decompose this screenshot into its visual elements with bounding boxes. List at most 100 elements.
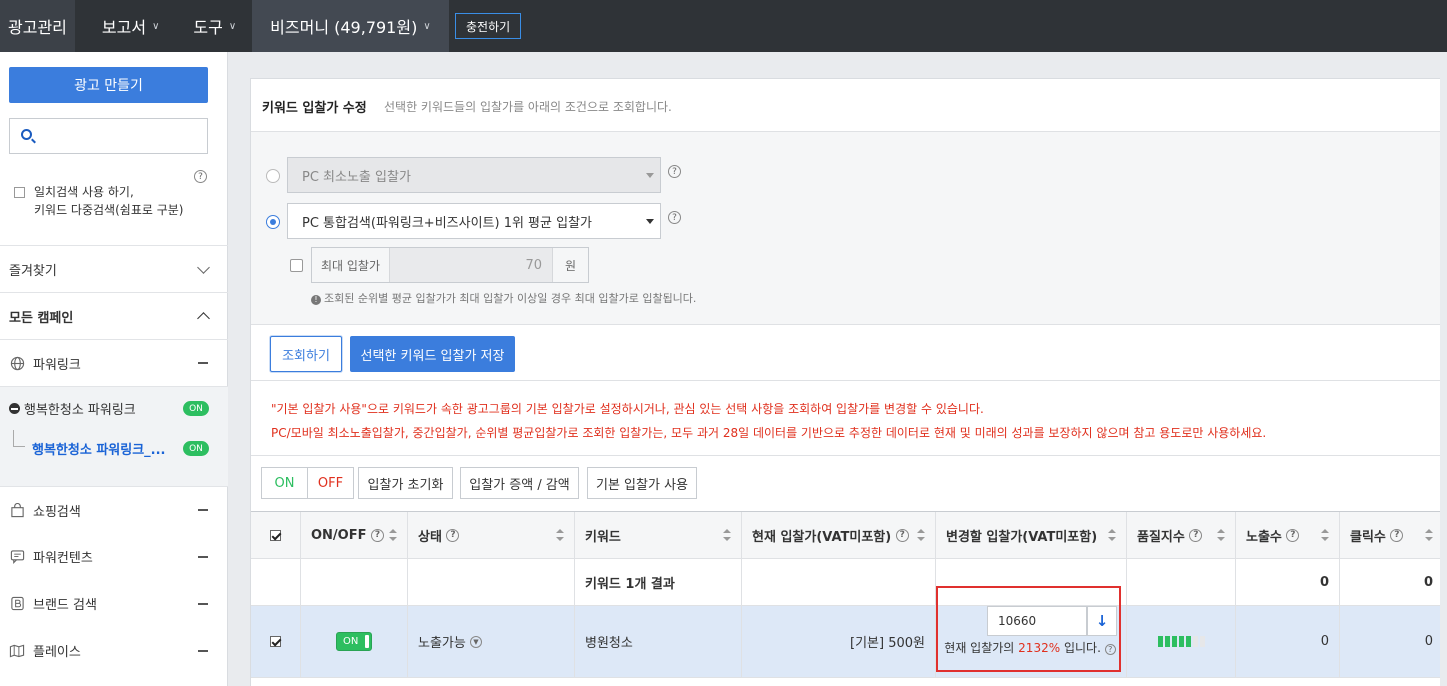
header-new-bid[interactable]: 변경할 입찰가(VAT미포함) — [936, 512, 1127, 558]
row-current-bid: [기본] 500원 — [742, 606, 936, 677]
charge-button[interactable]: 충전하기 — [455, 13, 522, 39]
map-icon — [9, 643, 25, 659]
header-onoff-label: ON/OFF — [311, 527, 367, 543]
save-bids-button[interactable]: 선택한 키워드 입찰가 저장 — [350, 336, 515, 372]
header-onoff[interactable]: ON/OFF ? — [301, 512, 408, 558]
favorites-label: 즐겨찾기 — [9, 263, 57, 279]
sidebar-item-place[interactable]: 플레이스 — [0, 627, 228, 674]
sort-icon[interactable] — [1321, 529, 1329, 541]
sort-icon[interactable] — [723, 529, 731, 541]
scrollbar[interactable] — [1440, 78, 1447, 686]
maxbid-input[interactable]: 70 — [390, 248, 552, 282]
default-bid-button[interactable]: 기본 입찰가 사용 — [587, 467, 697, 499]
maxbid-note-text: 조회된 순위별 평균 입찰가가 최대 입찰가 이상일 경우 최대 입찰가로 입찰… — [324, 292, 697, 305]
minus-circle-icon — [9, 403, 20, 414]
on-button[interactable]: ON — [262, 468, 308, 498]
row-onoff: ON — [301, 606, 408, 677]
header-keyword[interactable]: 키워드 — [575, 512, 742, 558]
maxbid-checkbox[interactable] — [290, 259, 303, 272]
nav-ad-manage[interactable]: 광고관리 — [0, 0, 75, 52]
select-all-checkbox[interactable] — [270, 529, 281, 541]
tree-line — [13, 430, 25, 447]
sort-icon[interactable] — [1108, 529, 1116, 541]
bid-ratio-percent: 2132% — [1018, 641, 1061, 655]
panel-title: 키워드 입찰가 수정 — [262, 101, 367, 116]
sidebar-search — [9, 118, 208, 154]
search-button[interactable]: 조회하기 — [270, 336, 342, 372]
sort-icon[interactable] — [389, 529, 397, 541]
quality-segment — [1178, 636, 1184, 647]
sort-icon[interactable] — [1425, 529, 1433, 541]
exact-match-checkbox[interactable] — [14, 187, 25, 198]
option1-radio[interactable] — [266, 169, 280, 183]
row-select — [251, 606, 301, 677]
help-icon[interactable]: ? — [194, 170, 207, 183]
help-icon[interactable]: ? — [371, 528, 385, 542]
collapse-icon — [198, 509, 208, 511]
table-header: ON/OFF ? 상태 ? 키워드 현재 입찰가(VAT미포함) ? 변경할 입… — [251, 512, 1447, 559]
header-new-bid-label: 변경할 입찰가(VAT미포함) — [946, 529, 1098, 545]
sort-icon[interactable] — [556, 529, 564, 541]
option1-select[interactable]: PC 최소노출 입찰가 — [287, 157, 661, 193]
help-icon[interactable]: ? — [895, 528, 909, 542]
help-icon[interactable]: ? — [668, 165, 681, 178]
off-button[interactable]: OFF — [308, 468, 353, 498]
summary-cell — [1127, 559, 1236, 605]
nav-tools[interactable]: 도구 ∨ — [171, 0, 252, 52]
sort-icon[interactable] — [917, 529, 925, 541]
search-icon — [21, 129, 32, 140]
help-icon[interactable]: ? — [668, 211, 681, 224]
sidebar-item-brand-search[interactable]: 브랜드 검색 — [0, 580, 228, 627]
sidebar: 광고 만들기 일치검색 사용 하기, 키워드 다중검색(쉼표로 구분) ? 즐겨… — [0, 52, 228, 686]
help-icon[interactable]: ? — [446, 528, 460, 542]
row-impressions: 0 — [1236, 606, 1340, 677]
sidebar-all-campaigns[interactable]: 모든 캠페인 — [0, 292, 228, 339]
quality-bar — [1157, 636, 1205, 647]
adjust-bid-button[interactable]: 입찰가 증액 / 감액 — [460, 467, 579, 499]
header-impressions-label: 노출수 — [1246, 529, 1282, 545]
arrow-down-icon[interactable]: ↓ — [1087, 606, 1117, 636]
sidebar-favorites[interactable]: 즐겨찾기 — [0, 245, 228, 292]
table-row[interactable]: ON 노출가능 ▼ 병원청소 [기본] 500원 0 0 — [251, 606, 1447, 678]
nav-report[interactable]: 보고서 ∨ — [75, 0, 172, 52]
sidebar-item-powercontents[interactable]: 파워컨텐츠 — [0, 533, 228, 580]
header-current-bid[interactable]: 현재 입찰가(VAT미포함) ? — [742, 512, 936, 558]
all-campaigns-label: 모든 캠페인 — [9, 310, 74, 326]
summary-cell — [742, 559, 936, 605]
help-icon[interactable]: ? — [1104, 644, 1116, 655]
header-impressions[interactable]: 노출수 ? — [1236, 512, 1340, 558]
campaign-group: 행복한청소 파워링크 ON 행복한청소 파워링크_... ON — [0, 386, 228, 486]
chevron-down-icon — [197, 260, 210, 274]
row-checkbox[interactable] — [270, 636, 281, 647]
search-input[interactable] — [42, 125, 202, 147]
sidebar-item-shopping[interactable]: 쇼핑검색 — [0, 486, 228, 533]
sort-icon[interactable] — [1217, 529, 1225, 541]
nav-tools-label: 도구 — [193, 18, 223, 37]
reset-bid-button[interactable]: 입찰가 초기화 — [358, 467, 453, 499]
options-section: PC 최소노출 입찰가 ? PC 통합검색(파워링크+비즈사이트) 1위 평균 … — [251, 131, 1447, 324]
maxbid-unit: 원 — [552, 248, 588, 282]
adgroup-item[interactable]: 행복한청소 파워링크_... — [32, 439, 172, 458]
nav-bizmoney[interactable]: 비즈머니 (49,791원) ∨ — [252, 0, 449, 52]
help-icon[interactable]: ? — [1390, 528, 1404, 542]
header-quality[interactable]: 품질지수 ? — [1127, 512, 1236, 558]
campaign-item[interactable]: 행복한청소 파워링크 — [9, 399, 136, 418]
exact-match-label: 일치검색 사용 하기, 키워드 다중검색(쉼표로 구분) — [34, 183, 183, 219]
help-icon[interactable]: ? — [1189, 528, 1203, 542]
chevron-down-icon: ∨ — [228, 20, 237, 32]
help-icon[interactable]: ? — [1286, 528, 1300, 542]
summary-impressions: 0 — [1236, 559, 1340, 605]
chevron-down-circle-icon[interactable]: ▼ — [469, 635, 482, 648]
nav-ad-manage-label: 광고관리 — [8, 18, 67, 37]
sidebar-item-powerlink[interactable]: 파워링크 — [0, 339, 228, 386]
option2-select[interactable]: PC 통합검색(파워링크+비즈사이트) 1위 평균 입찰가 — [287, 203, 661, 239]
option2-radio[interactable] — [266, 215, 280, 229]
info-icon: ! — [311, 294, 321, 305]
new-bid-input[interactable]: 10660 — [987, 606, 1087, 636]
onoff-switch[interactable]: ON — [336, 632, 372, 651]
summary-clicks: 0 — [1340, 559, 1444, 605]
create-ad-button[interactable]: 광고 만들기 — [9, 67, 208, 103]
header-clicks[interactable]: 클릭수 ? — [1340, 512, 1444, 558]
sidebar-item-label: 브랜드 검색 — [33, 598, 97, 613]
header-status[interactable]: 상태 ? — [408, 512, 575, 558]
